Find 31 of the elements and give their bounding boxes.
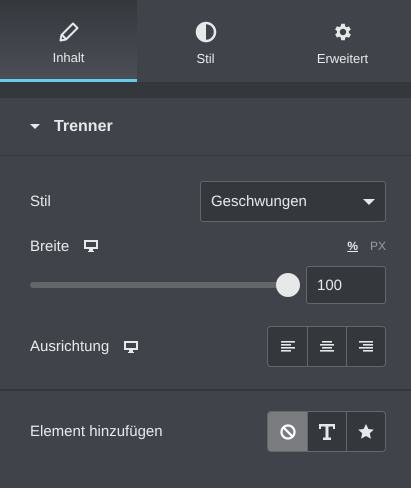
caret-icon (363, 198, 375, 204)
field-label: Stil (30, 193, 51, 210)
star-icon (358, 424, 374, 439)
align-option[interactable] (346, 327, 385, 366)
element-option[interactable] (268, 412, 307, 451)
contrast-icon (194, 21, 216, 43)
desktop-icon[interactable] (123, 340, 140, 354)
element-option[interactable] (346, 412, 385, 451)
element-option[interactable] (307, 412, 346, 451)
field-label: Ausrichtung (30, 338, 110, 355)
pencil-icon (58, 22, 78, 42)
tab[interactable]: Erweitert (274, 0, 411, 82)
unit-option[interactable]: % (347, 239, 358, 253)
align-left-icon (280, 341, 294, 352)
align-center-icon (320, 341, 334, 352)
number-input[interactable]: 100 (306, 266, 386, 304)
field-label: Element hinzufügen (30, 423, 163, 440)
field-label: Breite (30, 238, 70, 254)
prohibited-icon (280, 424, 296, 440)
align-right-icon (359, 341, 373, 352)
slider-thumb[interactable] (276, 273, 300, 297)
tab[interactable]: Stil (137, 0, 274, 82)
align-option[interactable] (268, 327, 307, 366)
tab[interactable]: Inhalt (0, 0, 137, 82)
text-icon (319, 424, 335, 440)
style-dropdown[interactable]: Geschwungen (200, 181, 386, 222)
section-title[interactable]: Trenner (54, 118, 113, 136)
desktop-icon[interactable] (83, 239, 100, 253)
unit-option[interactable]: PX (370, 239, 386, 253)
caret-icon[interactable] (30, 124, 40, 129)
align-option[interactable] (307, 327, 346, 366)
